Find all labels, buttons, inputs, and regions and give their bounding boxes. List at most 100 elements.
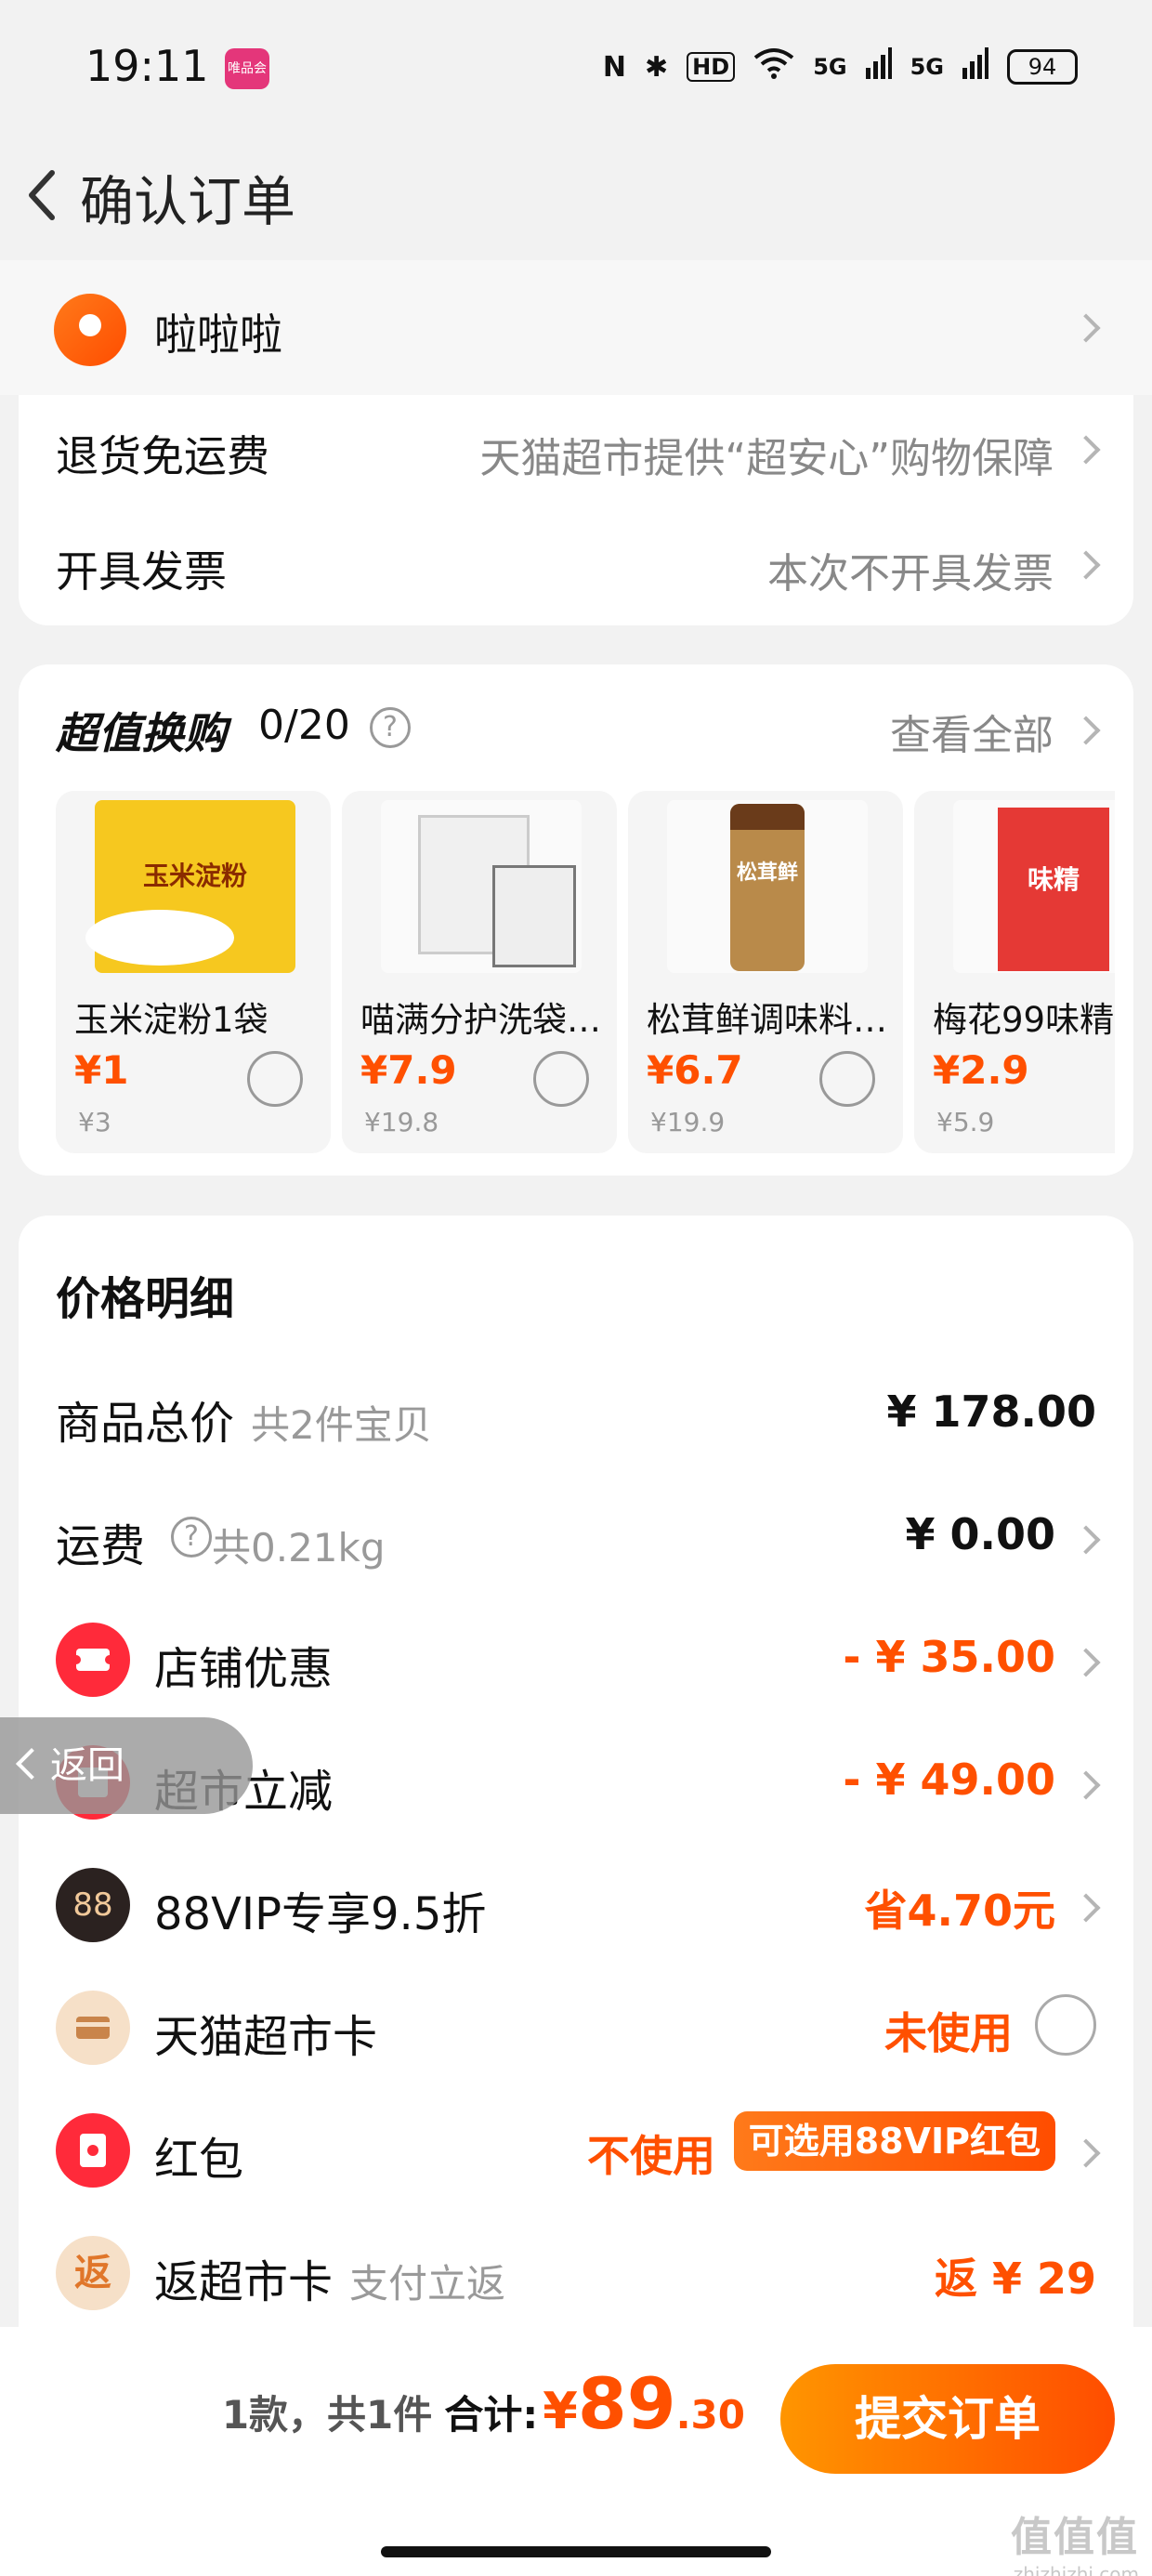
vip-88-icon: 88 xyxy=(56,1868,130,1942)
address-name: 啦啦啦 xyxy=(154,309,282,360)
row-value: 不使用 xyxy=(587,2131,715,2181)
card-icon xyxy=(56,1991,130,2065)
row-value: 省4.70元 xyxy=(864,1886,1056,1936)
row-value: 未使用 xyxy=(884,2008,1013,2058)
chevron-right-icon xyxy=(1071,1648,1101,1677)
product-card[interactable]: 喵满分护洗袋… ¥7.9 ¥19.8 xyxy=(342,791,617,1153)
return-shipping-row[interactable]: 退货免运费 天猫超市提供“超安心”购物保障 xyxy=(19,395,1133,506)
floating-back-button[interactable]: 返回 xyxy=(0,1717,253,1814)
address-row[interactable]: 啦啦啦 xyxy=(0,260,1152,395)
row-label: 开具发票 xyxy=(56,546,227,597)
back-arrow-icon xyxy=(29,170,55,220)
shop-discount-row[interactable]: 店铺优惠 - ¥ 35.00 xyxy=(19,1606,1133,1717)
market-card-radio[interactable] xyxy=(1035,1994,1096,2056)
cashback-row: 返 返超市卡 支付立返 返 ¥ 29 xyxy=(19,2219,1133,2331)
row-value: 天猫超市提供“超安心”购物保障 xyxy=(479,435,1054,482)
product-image: 味精 xyxy=(953,800,1115,973)
product-price: ¥6.7 xyxy=(647,1047,743,1093)
total-row: 商品总价 共2件宝贝 ¥ 178.00 xyxy=(19,1360,1133,1472)
row-label: 商品总价 xyxy=(56,1398,235,1450)
row-sub: 支付立返 xyxy=(349,2261,506,2307)
chevron-right-icon xyxy=(1071,2138,1101,2168)
bluetooth-icon: ✱ xyxy=(645,50,669,84)
red-packet-icon xyxy=(56,2113,130,2188)
product-image: 松茸鲜 xyxy=(667,800,868,973)
row-sub: 共2件宝贝 xyxy=(251,1402,432,1448)
total-label: 合计: xyxy=(444,2392,539,2438)
market-card-row[interactable]: 天猫超市卡 未使用 xyxy=(19,1974,1133,2085)
row-value: - ¥ 49.00 xyxy=(843,1755,1055,1805)
vip-red-packet-tag[interactable]: 可选用88VIP红包 xyxy=(733,2111,1055,2171)
currency-symbol: ¥ xyxy=(543,2382,578,2440)
exchange-title: 超值换购 xyxy=(56,708,227,758)
wifi-icon xyxy=(753,46,794,87)
nfc-icon: N xyxy=(602,50,627,84)
red-packet-row[interactable]: 红包 不使用 可选用88VIP红包 xyxy=(19,2096,1133,2208)
row-value: ¥ 0.00 xyxy=(905,1509,1055,1559)
product-image xyxy=(381,800,582,973)
status-bar: 19:11 唯品会 N ✱ HD 5G 5G 94 xyxy=(0,0,1152,130)
product-price: ¥2.9 xyxy=(933,1047,1029,1093)
back-button[interactable] xyxy=(11,147,76,240)
status-time: 19:11 xyxy=(85,41,209,91)
nav-bar: 确认订单 xyxy=(0,130,1152,260)
floating-back-label: 返回 xyxy=(50,1744,124,1787)
app-badge-icon: 唯品会 xyxy=(225,48,269,89)
product-radio[interactable] xyxy=(819,1051,875,1107)
invoice-row[interactable]: 开具发票 本次不开具发票 xyxy=(19,510,1133,622)
battery-icon: 94 xyxy=(1007,49,1078,85)
row-label: 返超市卡 xyxy=(154,2256,334,2308)
row-sub: 共0.21kg xyxy=(212,1525,386,1571)
row-label: 88VIP专享9.5折 xyxy=(154,1888,487,1940)
product-card[interactable]: 味精 梅花99味精 ¥2.9 ¥5.9 xyxy=(914,791,1115,1153)
chevron-right-icon xyxy=(1071,1525,1101,1555)
watermark: 值值值 zhizhizhi.com xyxy=(1011,2514,1139,2576)
product-image: 玉米淀粉 xyxy=(85,800,295,973)
signal-bars-icon xyxy=(865,47,892,86)
exchange-count: 0/20 xyxy=(258,702,350,749)
exchange-card: 超值换购 0/20 ? 查看全部 玉米淀粉 玉米淀粉1袋 ¥1 ¥3 喵满分护洗… xyxy=(19,664,1133,1176)
row-label: 店铺优惠 xyxy=(154,1643,334,1695)
shipping-row[interactable]: 运费 共0.21kg ? ¥ 0.00 xyxy=(19,1483,1133,1595)
vip-row[interactable]: 88 88VIP专享9.5折 省4.70元 xyxy=(19,1851,1133,1963)
services-card: 退货免运费 天猫超市提供“超安心”购物保障 开具发票 本次不开具发票 xyxy=(19,395,1133,625)
row-label: 红包 xyxy=(154,2134,244,2186)
product-radio[interactable] xyxy=(247,1051,303,1107)
product-carousel[interactable]: 玉米淀粉 玉米淀粉1袋 ¥1 ¥3 喵满分护洗袋… ¥7.9 ¥19.8 松茸鲜 xyxy=(56,791,1115,1153)
ticket-icon xyxy=(56,1623,130,1697)
row-value: 本次不开具发票 xyxy=(767,550,1054,598)
product-card[interactable]: 玉米淀粉 玉米淀粉1袋 ¥1 ¥3 xyxy=(56,791,331,1153)
row-label: 天猫超市卡 xyxy=(154,2011,378,2063)
row-value: ¥ 178.00 xyxy=(886,1387,1096,1437)
product-original-price: ¥19.9 xyxy=(650,1107,726,1137)
order-summary: 1款，共1件 合计: ¥89.30 xyxy=(222,2362,745,2445)
row-label: 退货免运费 xyxy=(56,431,269,481)
total-amount-int: 89 xyxy=(577,2362,676,2445)
product-original-price: ¥5.9 xyxy=(936,1107,995,1137)
signal-bars-icon-2 xyxy=(962,47,988,86)
product-price: ¥1 xyxy=(74,1047,129,1093)
signal-5g-icon-2: 5G xyxy=(910,54,944,80)
row-value: 返 ¥ 29 xyxy=(934,2254,1096,2304)
page-title: 确认订单 xyxy=(80,170,296,233)
cashback-icon: 返 xyxy=(56,2236,130,2310)
location-pin-icon xyxy=(54,294,126,366)
product-name: 玉米淀粉1袋 xyxy=(74,1000,268,1040)
bottom-bar: 1款，共1件 合计: ¥89.30 提交订单 值值值 zhizhizhi.com xyxy=(0,2327,1152,2576)
product-name: 喵满分护洗袋… xyxy=(360,1000,601,1040)
product-name: 梅花99味精 xyxy=(933,1000,1115,1040)
chevron-right-icon xyxy=(1071,550,1101,580)
chevron-right-icon xyxy=(1071,1893,1101,1923)
product-original-price: ¥19.8 xyxy=(364,1107,439,1137)
help-icon[interactable]: ? xyxy=(171,1517,212,1557)
item-count: 1款，共1件 xyxy=(221,2392,433,2438)
home-indicator[interactable] xyxy=(381,2546,771,2557)
product-radio[interactable] xyxy=(533,1051,589,1107)
hd-icon: HD xyxy=(687,52,736,82)
submit-order-button[interactable]: 提交订单 xyxy=(780,2364,1115,2474)
row-value: - ¥ 35.00 xyxy=(843,1632,1055,1682)
view-all-link[interactable]: 查看全部 xyxy=(890,702,1054,761)
help-icon[interactable]: ? xyxy=(370,707,411,748)
product-card[interactable]: 松茸鲜 松茸鲜调味料… ¥6.7 ¥19.9 xyxy=(628,791,903,1153)
chevron-right-icon xyxy=(1071,435,1101,465)
